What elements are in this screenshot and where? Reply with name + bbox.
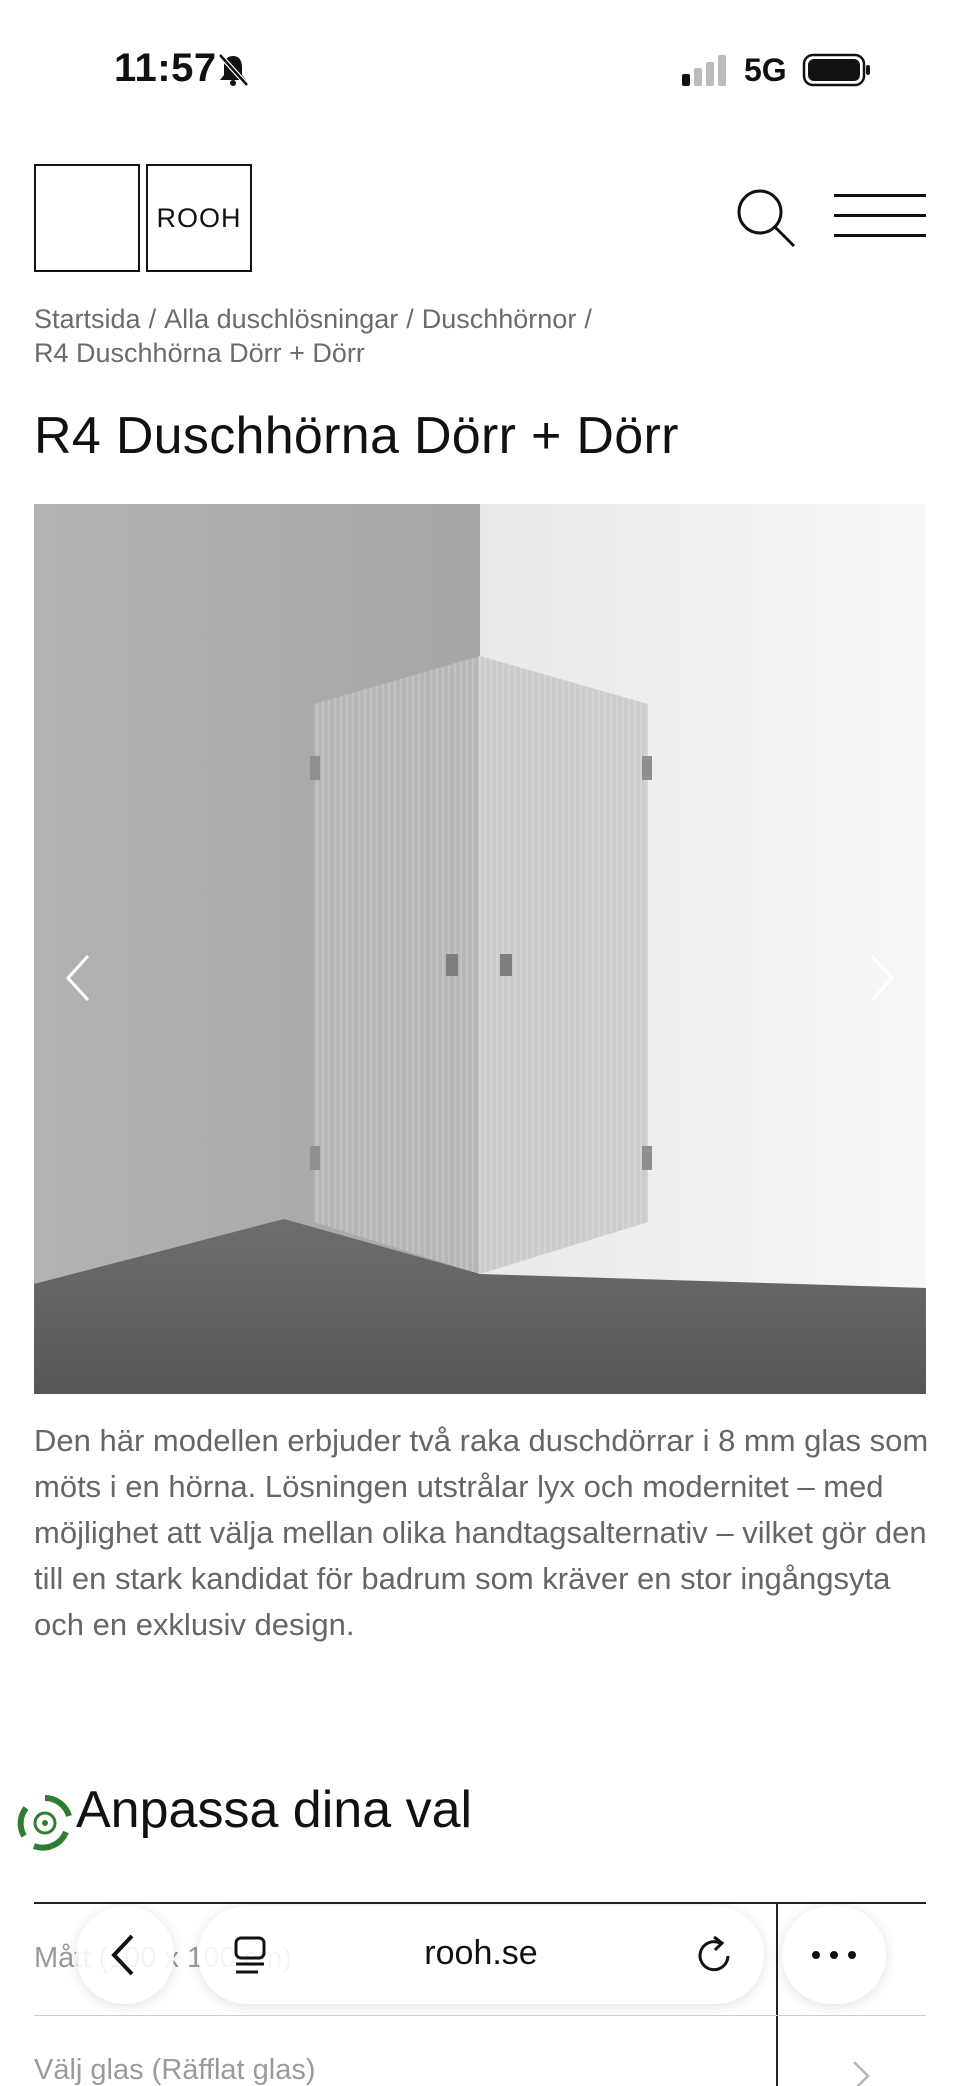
battery-icon <box>802 53 870 87</box>
browser-toolbar: rooh.se <box>0 1900 960 2010</box>
search-icon[interactable] <box>734 186 798 250</box>
page-title: R4 Duschhörna Dörr + Dörr <box>34 407 679 465</box>
menu-line <box>834 234 926 237</box>
option-glass[interactable]: Välj glas (Räfflat glas) <box>34 2016 926 2086</box>
dot <box>848 1951 856 1959</box>
product-image <box>34 504 926 1394</box>
breadcrumb-item-current: R4 Duschhörna Dörr + Dörr <box>34 338 365 368</box>
logo-box <box>34 164 140 272</box>
breadcrumb-item-all-solutions[interactable]: Alla duschlösningar <box>164 304 398 334</box>
url-text[interactable]: rooh.se <box>198 1934 764 1973</box>
product-gallery[interactable] <box>34 504 926 1394</box>
bell-muted-icon <box>218 53 249 87</box>
breadcrumb-item-home[interactable]: Startsida <box>34 304 141 334</box>
breadcrumb-separator: / <box>406 304 414 334</box>
logo[interactable]: ROOH <box>34 164 254 272</box>
reload-icon[interactable] <box>692 1932 738 1978</box>
chevron-right-icon[interactable] <box>860 948 904 1008</box>
address-bar[interactable]: rooh.se <box>198 1906 764 2004</box>
breadcrumb-separator: / <box>148 304 157 334</box>
breadcrumb-separator: / <box>584 304 592 334</box>
chevron-left-icon[interactable] <box>56 948 100 1008</box>
more-icon[interactable] <box>782 1906 886 2004</box>
back-button[interactable] <box>76 1906 174 2004</box>
option-label: Välj glas (Räfflat glas) <box>34 2054 316 2086</box>
recycle-icon[interactable] <box>14 1792 76 1854</box>
menu-icon[interactable] <box>834 194 926 238</box>
breadcrumb: Startsida / Alla duschlösningar / Duschhörno… <box>34 302 934 370</box>
breadcrumb-item-shower-corners[interactable]: Duschhörnor <box>422 304 577 334</box>
network-label: 5G <box>744 52 787 88</box>
chevron-right-icon <box>853 2061 870 2086</box>
site-header: ROOH <box>0 160 960 280</box>
customize-heading: Anpassa dina val <box>76 1781 473 1839</box>
menu-line <box>834 214 926 217</box>
dot <box>830 1951 838 1959</box>
menu-line <box>834 194 926 197</box>
back-icon <box>111 1934 134 1976</box>
logo-text: ROOH <box>146 164 252 272</box>
signal-icon <box>682 55 726 86</box>
status-time: 11:57 <box>114 46 217 90</box>
status-bar: 11:57 5G <box>0 0 960 140</box>
product-description: Den här modellen erbjuder två raka dusch… <box>34 1423 929 1642</box>
dot <box>812 1951 820 1959</box>
